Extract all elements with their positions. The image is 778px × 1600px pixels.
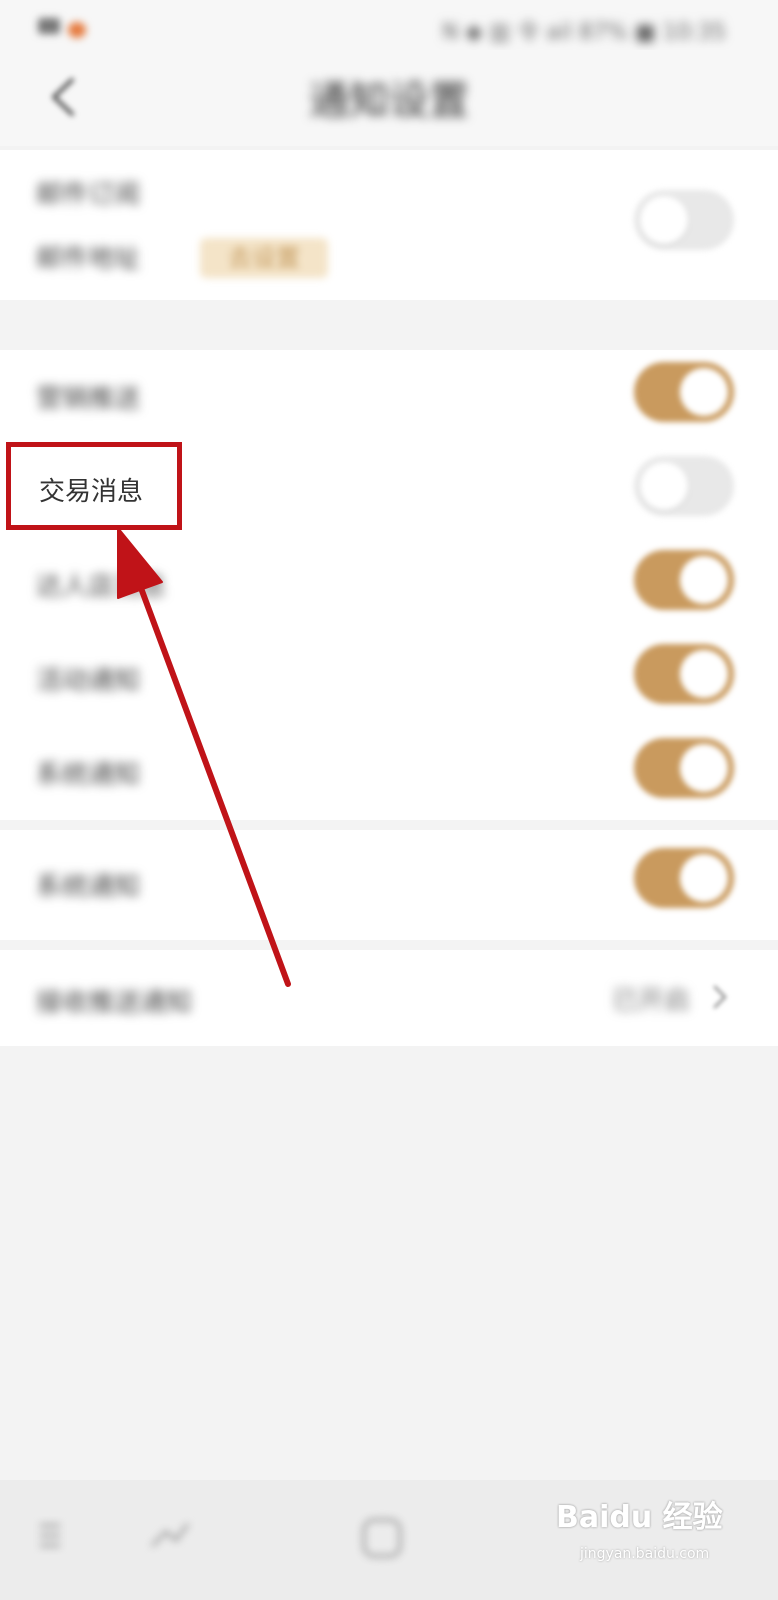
extra-settings-group: 系统通知: [0, 830, 778, 940]
system-push-status: 已开启: [611, 986, 690, 1016]
home-icon[interactable]: [360, 1516, 404, 1560]
system-notice-toggle[interactable]: [634, 738, 734, 798]
page-title: 通知设置: [309, 78, 469, 124]
extra-notice-toggle[interactable]: [634, 848, 734, 908]
email-settings-group: 邮件订阅 邮件地址 去设置: [0, 150, 778, 300]
watermark-url: jingyan.baidu.com: [580, 1546, 710, 1562]
message-row-marketing[interactable]: 营销推送: [0, 350, 778, 444]
recent-apps-icon[interactable]: [146, 1516, 194, 1556]
baidu-jingyan-watermark: Baidu 经验 jingyan.baidu.com: [556, 1486, 726, 1570]
marketing-push-label: 营销推送: [36, 384, 141, 414]
talent-store-message-toggle[interactable]: [634, 550, 734, 610]
toggle-knob: [680, 854, 728, 902]
watermark-logo: Baidu 经验: [556, 1500, 723, 1535]
status-bar: N ◆ ▥ 令 ail 87% ■ 10:35: [0, 0, 778, 50]
message-row-activity[interactable]: 活动通知: [0, 632, 778, 726]
trade-message-label: 交易消息: [39, 477, 144, 507]
annotation-highlight-box: 交易消息: [6, 442, 182, 530]
bottom-nav-bar: Baidu 经验 jingyan.baidu.com: [0, 1480, 778, 1600]
chevron-right-icon: [713, 985, 727, 1009]
menu-icon[interactable]: [36, 1516, 64, 1556]
go-setup-link[interactable]: 去设置: [200, 238, 328, 278]
message-row-talent-store[interactable]: 达人店消息: [0, 538, 778, 632]
activity-notice-label: 活动通知: [36, 666, 141, 696]
activity-notice-toggle[interactable]: [634, 644, 734, 704]
system-push-label: 接收推送通知: [36, 988, 193, 1018]
talent-store-message-label: 达人店消息: [36, 572, 167, 602]
toggle-knob: [640, 462, 688, 510]
extra-notice-label: 系统通知: [36, 872, 141, 902]
toggle-knob: [680, 556, 728, 604]
toggle-knob: [640, 196, 688, 244]
notification-icon: [38, 18, 60, 34]
email-subscription-row[interactable]: 邮件订阅 邮件地址 去设置: [0, 150, 778, 300]
marketing-push-toggle[interactable]: [634, 362, 734, 422]
app-notification-icon: [68, 22, 86, 38]
push-settings-group: 接收推送通知 已开启: [0, 950, 778, 1046]
toggle-knob: [680, 368, 728, 416]
email-subscription-label: 邮件订阅: [36, 180, 141, 210]
email-subscription-toggle[interactable]: [634, 190, 734, 250]
trade-message-toggle[interactable]: [634, 456, 734, 516]
header: 通知设置: [0, 50, 778, 146]
email-address-label: 邮件地址: [36, 244, 141, 274]
message-settings-group: 营销推送 达人店消息 活动通知 系统通知: [0, 350, 778, 820]
status-notification-icons: [38, 14, 98, 38]
status-indicators: N ◆ ▥ 令 ail 87% ■ 10:35: [442, 20, 726, 45]
message-row-system[interactable]: 系统通知: [0, 726, 778, 820]
system-push-row[interactable]: 接收推送通知 已开启: [0, 950, 778, 1046]
system-notice-label: 系统通知: [36, 760, 141, 790]
toggle-knob: [680, 650, 728, 698]
toggle-knob: [680, 744, 728, 792]
extra-notice-row[interactable]: 系统通知: [0, 830, 778, 940]
